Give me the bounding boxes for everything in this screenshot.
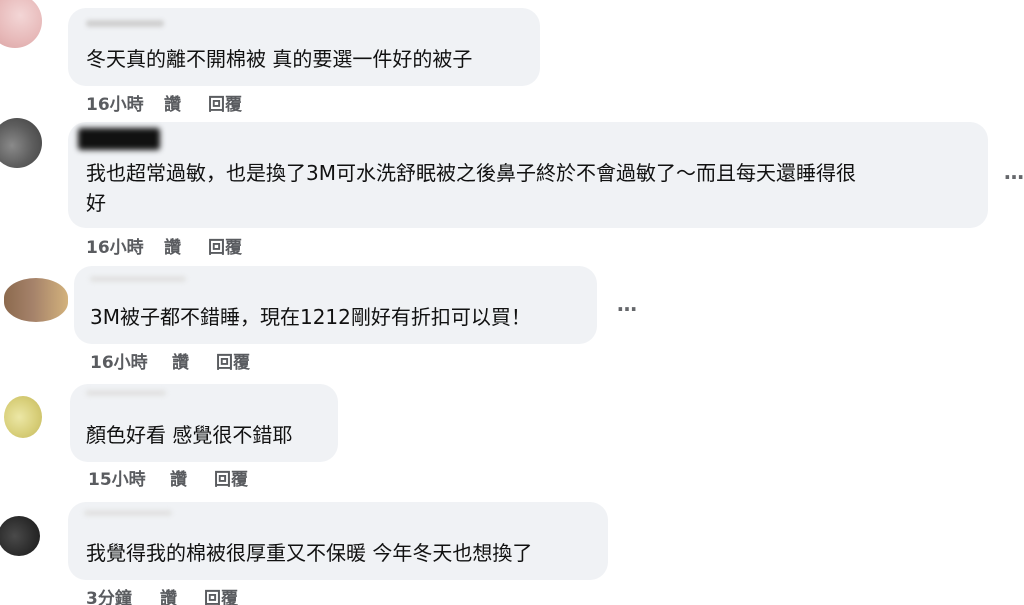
reply-button[interactable]: 回覆 [204,584,238,605]
comment-timestamp[interactable]: 16小時 [86,90,164,115]
like-button[interactable]: 讚 [170,465,214,490]
comment-actions: 16小時讚回覆 [86,90,242,115]
comment-timestamp[interactable]: 3分鐘 [86,584,160,605]
comment-actions: 15小時讚回覆 [88,465,248,490]
comment-text: 顏色好看 感覺很不錯耶 [86,423,293,447]
comment-thread: 冬天真的離不開棉被 真的要選一件好的被子 16小時讚回覆 我也超常過敏，也是換了… [0,0,1024,605]
like-button[interactable]: 讚 [164,90,208,115]
comment-bubble: 冬天真的離不開棉被 真的要選一件好的被子 [68,8,540,86]
reply-button[interactable]: 回覆 [216,348,250,373]
comment-bubble: 顏色好看 感覺很不錯耶 [70,384,338,462]
comment-actions: 3分鐘讚回覆 [86,584,238,605]
avatar[interactable] [4,396,42,438]
comment-timestamp[interactable]: 16小時 [90,348,172,373]
commenter-name[interactable] [86,20,164,27]
more-options-icon[interactable]: … [617,292,638,316]
commenter-name[interactable] [86,390,166,396]
like-button[interactable]: 讚 [164,233,208,258]
comment-actions: 16小時讚回覆 [90,348,250,373]
comment-text: 3M被子都不錯睡，現在1212剛好有折扣可以買！ [90,305,531,329]
reply-button[interactable]: 回覆 [214,465,248,490]
commenter-name[interactable] [90,276,186,282]
commenter-name[interactable] [78,128,160,150]
comment-bubble: 我也超常過敏，也是換了3M可水洗舒眠被之後鼻子終於不會過敏了～而且每天還睡得很 … [68,122,988,228]
more-options-icon[interactable]: … [1004,160,1024,184]
like-button[interactable]: 讚 [172,348,216,373]
avatar[interactable] [0,0,42,48]
avatar[interactable] [4,278,68,322]
commenter-name[interactable] [84,510,172,516]
like-button[interactable]: 讚 [160,584,204,605]
comment-text: 我也超常過敏，也是換了3M可水洗舒眠被之後鼻子終於不會過敏了～而且每天還睡得很 … [86,161,856,215]
reply-button[interactable]: 回覆 [208,233,242,258]
comment-timestamp[interactable]: 16小時 [86,233,164,258]
avatar[interactable] [0,118,42,168]
comment-bubble: 3M被子都不錯睡，現在1212剛好有折扣可以買！ [74,266,597,344]
comment-actions: 16小時讚回覆 [86,233,242,258]
comment-timestamp[interactable]: 15小時 [88,465,170,490]
comment-text: 冬天真的離不開棉被 真的要選一件好的被子 [86,47,473,71]
comment-bubble: 我覺得我的棉被很厚重又不保暖 今年冬天也想換了 [68,502,608,580]
avatar[interactable] [0,516,40,556]
comment-text: 我覺得我的棉被很厚重又不保暖 今年冬天也想換了 [86,541,533,565]
reply-button[interactable]: 回覆 [208,90,242,115]
